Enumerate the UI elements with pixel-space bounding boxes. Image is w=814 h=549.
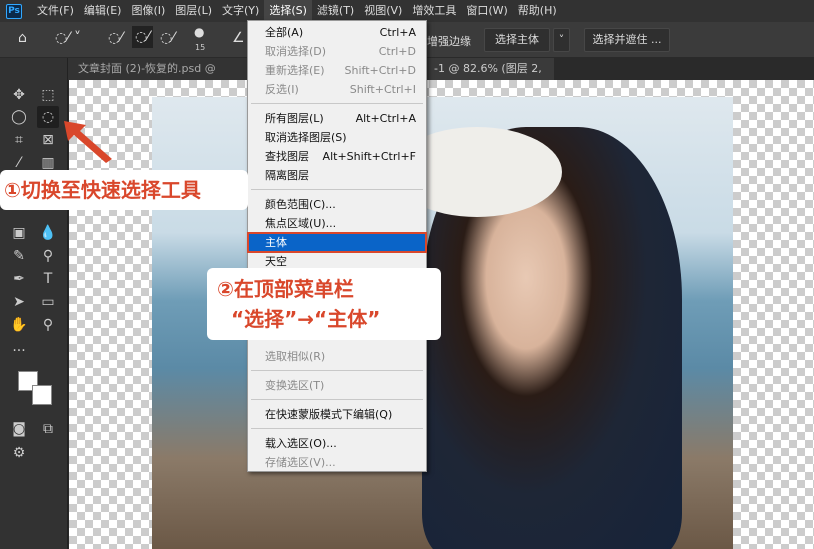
edit-toolbar-icon[interactable]: ⚙ — [8, 442, 30, 464]
menu-edit[interactable]: 编辑(E) — [79, 0, 127, 22]
menu-item-subject[interactable]: 主体 — [248, 233, 426, 252]
frame-tool-icon[interactable]: ⊠ — [37, 129, 59, 151]
menu-layer[interactable]: 图层(L) — [170, 0, 217, 22]
label: 载入选区(O)... — [265, 434, 337, 453]
marquee-tool-icon[interactable]: ⬚ — [37, 84, 59, 106]
shortcut: Shift+Ctrl+I — [350, 80, 416, 99]
separator — [251, 428, 423, 429]
quick-mask-icon[interactable]: ◙ — [8, 418, 30, 440]
shortcut: Alt+Shift+Ctrl+F — [323, 147, 416, 166]
select-and-mask-button[interactable]: 选择并遮住 ... — [584, 28, 670, 52]
screen-mode-icon[interactable]: ⧉ — [37, 418, 59, 440]
type-tool-icon[interactable]: T — [37, 268, 59, 290]
select-subject-button[interactable]: 选择主体 — [484, 28, 550, 52]
annotation-step-2-line-2: “选择”→“主体” — [217, 304, 441, 334]
tool-preset-icon[interactable]: ◌⁄ ˅ — [55, 30, 81, 46]
menu-select[interactable]: 选择(S) — [264, 0, 312, 22]
document-tabs: 文章封面 (2)-恢复的.psd @ 66.7% (2 -1 @ 82.6% (… — [68, 58, 814, 80]
menu-item-deselect[interactable]: 取消选择(D) Ctrl+D — [248, 42, 426, 61]
subtract-selection-icon[interactable]: ◌⁄ — [160, 30, 175, 46]
tab-document-1[interactable]: 文章封面 (2)-恢复的.psd @ 66.7% (2 — [68, 58, 248, 80]
menu-item-reselect[interactable]: 重新选择(E) Shift+Ctrl+D — [248, 61, 426, 80]
menu-bar: Ps 文件(F) 编辑(E) 图像(I) 图层(L) 文字(Y) 选择(S) 滤… — [0, 0, 814, 22]
menu-item-transform-selection[interactable]: 变换选区(T) — [248, 376, 426, 395]
menu-item-inverse[interactable]: 反选(I) Shift+Ctrl+I — [248, 80, 426, 99]
menu-item-similar[interactable]: 选取相似(R) — [248, 347, 426, 366]
label: 焦点区域(U)... — [265, 214, 336, 233]
label: 查找图层 — [265, 147, 309, 166]
quick-selection-tool-icon[interactable]: ◌ — [37, 106, 59, 128]
gradient-tool-icon[interactable]: ▣ — [8, 222, 30, 244]
annotation-step-2: ②在顶部菜单栏 “选择”→“主体” — [207, 268, 441, 340]
menu-item-save-selection[interactable]: 存储选区(V)... — [248, 453, 426, 472]
annotation-step-1: ①切换至快速选择工具 — [0, 170, 248, 210]
select-subject-dropdown[interactable]: ˅ — [553, 28, 570, 52]
tab-document-2[interactable]: -1 @ 82.6% (图层 2, RGB/8) * × — [424, 58, 554, 80]
brush-size[interactable]: 15 — [195, 43, 205, 52]
separator — [251, 370, 423, 371]
menu-item-quick-mask[interactable]: 在快速蒙版模式下编辑(Q) — [248, 405, 426, 424]
menu-image[interactable]: 图像(I) — [126, 0, 170, 22]
label: 变换选区(T) — [265, 376, 324, 395]
menu-view[interactable]: 视图(V) — [359, 0, 407, 22]
blur-tool-icon[interactable]: 💧 — [37, 222, 59, 244]
menu-item-deselect-layers[interactable]: 取消选择图层(S) — [248, 128, 426, 147]
menu-item-isolate-layers[interactable]: 隔离图层 — [248, 166, 426, 185]
photoshop-logo: Ps — [6, 4, 22, 19]
burn-tool-icon[interactable]: ⚲ — [37, 245, 59, 267]
menu-plugins[interactable]: 增效工具 — [407, 0, 461, 22]
background-color-swatch[interactable] — [32, 385, 52, 405]
more-tools-icon[interactable]: ··· — [8, 340, 30, 362]
hand-tool-icon[interactable]: ✋ — [8, 314, 30, 336]
annotation-step-2-line-1: ②在顶部菜单栏 — [217, 274, 441, 304]
menu-window[interactable]: 窗口(W) — [461, 0, 512, 22]
menu-help[interactable]: 帮助(H) — [513, 0, 562, 22]
label: 所有图层(L) — [265, 109, 324, 128]
separator — [251, 103, 423, 104]
new-selection-icon[interactable]: ◌⁄ — [108, 30, 123, 46]
separator — [251, 399, 423, 400]
menu-item-all-layers[interactable]: 所有图层(L) Alt+Ctrl+A — [248, 109, 426, 128]
shortcut: Shift+Ctrl+D — [345, 61, 416, 80]
shortcut: Ctrl+A — [380, 23, 416, 42]
home-icon[interactable]: ⌂ — [18, 30, 27, 46]
shortcut: Ctrl+D — [379, 42, 416, 61]
shortcut: Alt+Ctrl+A — [356, 109, 416, 128]
zoom-tool-icon[interactable]: ⚲ — [37, 314, 59, 336]
select-menu-dropdown: 全部(A) Ctrl+A 取消选择(D) Ctrl+D 重新选择(E) Shift+C… — [247, 20, 427, 472]
label: 取消选择图层(S) — [265, 128, 347, 147]
menu-item-all[interactable]: 全部(A) Ctrl+A — [248, 23, 426, 42]
dodge-tool-icon[interactable]: ✎ — [8, 245, 30, 267]
label: 颜色范围(C)... — [265, 195, 336, 214]
path-select-tool-icon[interactable]: ➤ — [8, 291, 30, 313]
menu-item-find-layers[interactable]: 查找图层 Alt+Shift+Ctrl+F — [248, 147, 426, 166]
add-selection-icon[interactable]: ◌⁄ — [132, 26, 153, 48]
move-tool-icon[interactable]: ✥ — [8, 84, 30, 106]
label: 隔离图层 — [265, 166, 309, 185]
menu-filter[interactable]: 滤镜(T) — [312, 0, 359, 22]
annotation-arrow-icon — [60, 115, 120, 165]
label: 全部(A) — [265, 23, 303, 42]
label: 反选(I) — [265, 80, 299, 99]
rectangle-tool-icon[interactable]: ▭ — [37, 291, 59, 313]
brush-preview-icon[interactable]: ● — [194, 25, 204, 39]
toolbox: ✥ ⬚ ◯ ◌ ⌗ ⊠ ⁄ ▥ ▣ 💧 ✎ ⚲ ✒ T ➤ ▭ ✋ ⚲ ··· … — [0, 58, 68, 549]
crop-tool-icon[interactable]: ⌗ — [8, 129, 30, 151]
menu-item-color-range[interactable]: 颜色范围(C)... — [248, 195, 426, 214]
menu-type[interactable]: 文字(Y) — [217, 0, 264, 22]
separator — [251, 189, 423, 190]
menu-item-load-selection[interactable]: 载入选区(O)... — [248, 434, 426, 453]
pen-tool-icon[interactable]: ✒ — [8, 268, 30, 290]
label: 重新选择(E) — [265, 61, 325, 80]
label: 在快速蒙版模式下编辑(Q) — [265, 405, 392, 424]
label: 主体 — [265, 233, 287, 252]
angle-icon[interactable]: ∠ — [232, 30, 245, 46]
label: 选取相似(R) — [265, 347, 325, 366]
lasso-tool-icon[interactable]: ◯ — [8, 106, 30, 128]
enhance-edge-label[interactable]: 增强边缘 — [427, 33, 471, 49]
menu-item-focus-area[interactable]: 焦点区域(U)... — [248, 214, 426, 233]
menu-file[interactable]: 文件(F) — [32, 0, 79, 22]
label: 取消选择(D) — [265, 42, 326, 61]
label: 存储选区(V)... — [265, 453, 336, 472]
